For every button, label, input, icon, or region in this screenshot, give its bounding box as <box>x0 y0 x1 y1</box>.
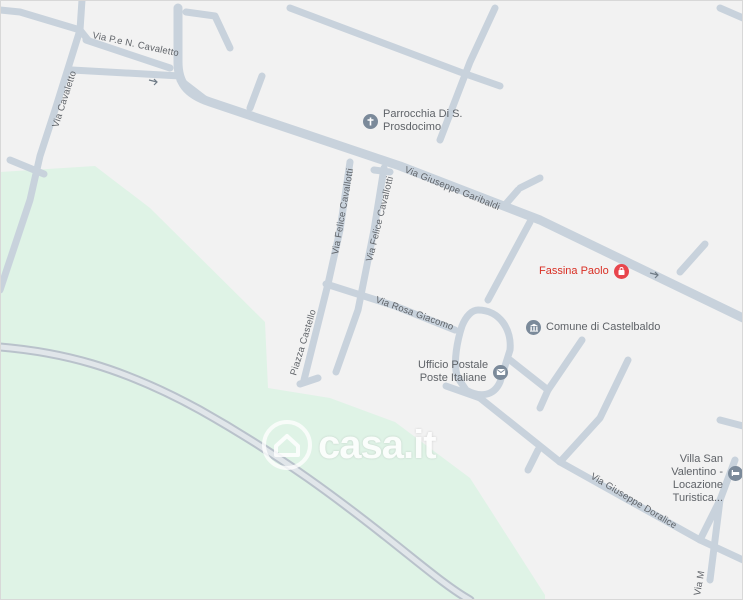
lodging-icon <box>728 465 743 481</box>
mail-icon <box>493 364 509 380</box>
poi-villa-san-valentino[interactable]: Villa San Valentino - Locazione Turistica… <box>636 453 743 505</box>
street-label: Via Rosa Giacomo <box>374 294 455 332</box>
poi-label: Fassina Paolo <box>539 265 609 277</box>
map-canvas[interactable]: Via P.e N. Cavaletto Via Cavaletto Via G… <box>0 0 743 600</box>
street-label: Via Felice Cavallotti <box>330 167 356 255</box>
poi-comune[interactable]: Comune di Castelbaldo <box>526 320 660 335</box>
poi-label: Ufficio Postale Poste Italiane <box>418 359 489 384</box>
poi-label: Comune di Castelbaldo <box>546 321 661 333</box>
town-hall-icon <box>526 320 541 335</box>
poi-label: Villa San Valentino - Locazione Turistica… <box>671 453 723 504</box>
poi-fassina-paolo[interactable]: Fassina Paolo <box>539 264 629 279</box>
poi-parrocchia[interactable]: Parrocchia Di S. Prosdocimo <box>363 108 462 134</box>
watermark-text: casa.it <box>318 422 437 467</box>
one-way-arrow-icon <box>148 78 158 86</box>
church-icon <box>363 113 378 129</box>
poi-ufficio-postale[interactable]: Ufficio Postale Poste Italiane <box>418 359 509 385</box>
street-label: Via M <box>692 570 707 597</box>
watermark: casa.it <box>262 420 437 470</box>
street-label: Via Giuseppe Garibaldi <box>403 165 502 213</box>
shopping-bag-icon <box>613 264 629 279</box>
poi-label: Parrocchia Di S. Prosdocimo <box>383 108 463 133</box>
map-view[interactable]: Via P.e N. Cavaletto Via Cavaletto Via G… <box>0 0 743 600</box>
house-logo-icon <box>262 420 312 470</box>
street-label: Via Cavaletto <box>50 69 79 128</box>
